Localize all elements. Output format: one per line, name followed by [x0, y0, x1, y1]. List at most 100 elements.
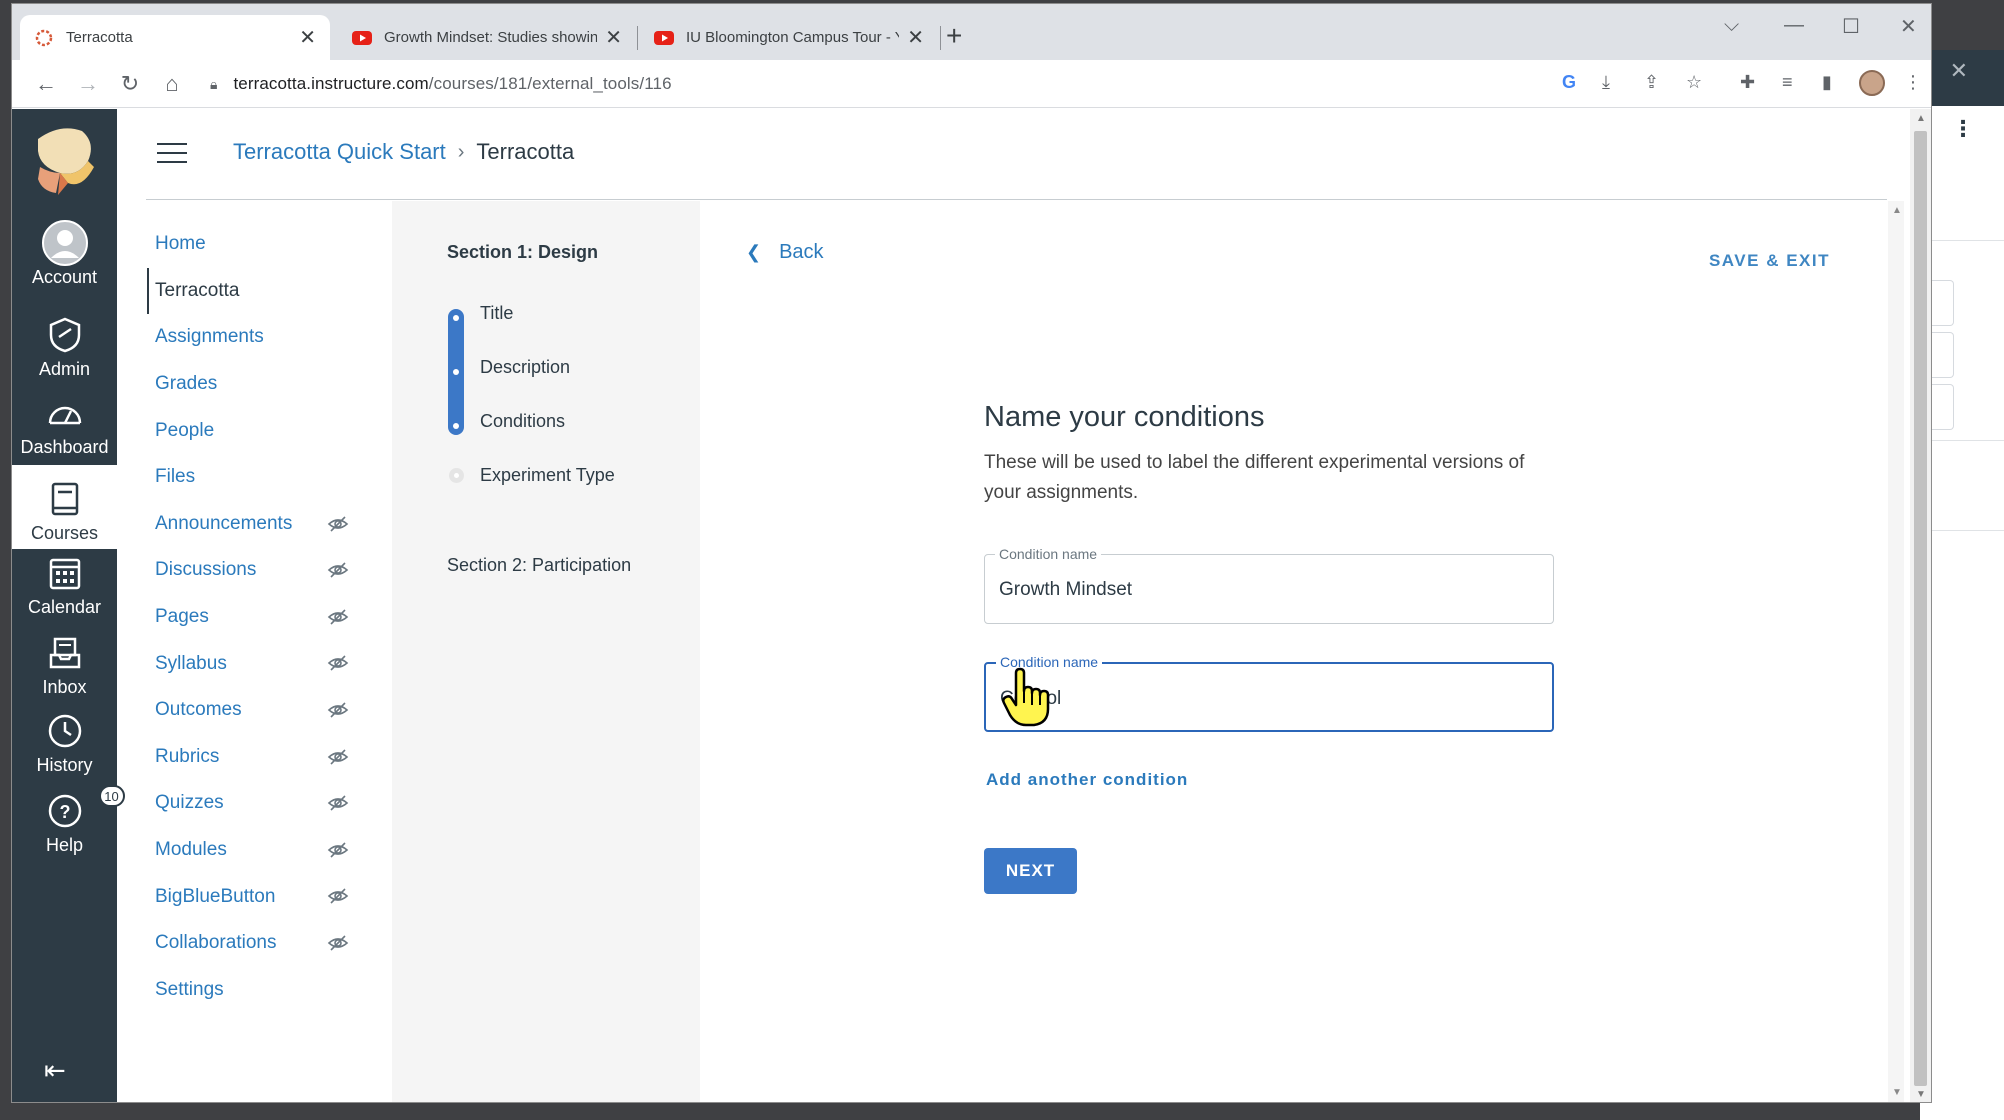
- maximize-icon[interactable]: ☐: [1842, 14, 1860, 39]
- install-icon[interactable]: ⤓: [1602, 72, 1610, 93]
- global-nav-label: Courses: [30, 523, 99, 543]
- hand-cursor-icon: [1002, 667, 1050, 727]
- course-nav-discussions[interactable]: Discussions: [147, 547, 397, 594]
- content-scrollbar[interactable]: ▲ ▼: [1888, 201, 1904, 1102]
- home-icon[interactable]: ⌂: [156, 68, 188, 100]
- add-condition-button[interactable]: Add another condition: [984, 770, 1554, 790]
- hidden-eye-icon: [327, 652, 349, 674]
- browser-menu-icon[interactable]: ⋮: [1904, 72, 1922, 93]
- back-label: Back: [779, 241, 824, 263]
- minimize-icon[interactable]: —: [1784, 14, 1804, 37]
- course-nav-files[interactable]: Files: [147, 454, 397, 501]
- condition-name-input[interactable]: [1000, 688, 1540, 710]
- google-icon[interactable]: G: [1562, 72, 1576, 93]
- course-nav-settings[interactable]: Settings: [147, 967, 397, 1014]
- course-nav-people[interactable]: People: [147, 407, 397, 454]
- course-nav-assignments[interactable]: Assignments: [147, 314, 397, 361]
- step-conditions[interactable]: Conditions: [480, 411, 565, 432]
- reading-list-icon[interactable]: ≡: [1782, 72, 1793, 93]
- hidden-eye-icon: [327, 559, 349, 581]
- course-nav-collaborations[interactable]: Collaborations: [147, 920, 397, 967]
- breadcrumb-course-link[interactable]: Terracotta Quick Start: [233, 139, 446, 165]
- history-icon: [41, 709, 89, 753]
- extensions-icon[interactable]: ✚: [1740, 72, 1755, 93]
- global-nav-account[interactable]: Account: [12, 220, 117, 301]
- step-title[interactable]: Title: [480, 303, 513, 324]
- reload-icon[interactable]: ↻: [114, 68, 146, 100]
- scroll-up-arrow-icon[interactable]: ▲: [1892, 205, 1902, 216]
- breadcrumb: Terracotta Quick Start › Terracotta: [233, 139, 574, 165]
- course-nav-terracotta[interactable]: Terracotta: [147, 267, 397, 315]
- section-participation-heading[interactable]: Section 2: Participation: [447, 555, 631, 576]
- tab-search-icon[interactable]: ⌵: [1724, 14, 1739, 37]
- close-icon[interactable]: ✕: [1950, 58, 1968, 84]
- course-nav-pages[interactable]: Pages: [147, 594, 397, 641]
- terracotta-logo[interactable]: [30, 121, 100, 199]
- course-nav-quizzes[interactable]: Quizzes: [147, 780, 397, 827]
- course-nav-bigbluebutton[interactable]: BigBlueButton: [147, 873, 397, 920]
- global-nav-admin[interactable]: Admin: [12, 313, 117, 393]
- forward-arrow-icon[interactable]: →: [72, 68, 104, 100]
- tab-bar: Terracotta ✕ Growth Mindset: Studies sho…: [12, 4, 1931, 60]
- hamburger-menu-icon[interactable]: [157, 143, 187, 163]
- close-icon[interactable]: ✕: [605, 25, 622, 50]
- course-nav-rubrics[interactable]: Rubrics: [147, 734, 397, 781]
- tab-title: IU Bloomington Campus Tour - Y: [686, 29, 900, 46]
- back-arrow-icon[interactable]: ←: [30, 68, 62, 100]
- course-nav-label: BigBlueButton: [155, 885, 276, 907]
- conditions-form: Name your conditions These will be used …: [984, 401, 1554, 894]
- page-title: Name your conditions: [984, 401, 1265, 433]
- page-scrollbar[interactable]: ▲ ▼: [1910, 109, 1931, 1102]
- tab-growth-mindset[interactable]: Growth Mindset: Studies showing ✕: [338, 15, 636, 60]
- tab-separator: [637, 26, 638, 50]
- condition-name-field-2[interactable]: Condition name: [984, 654, 1554, 732]
- course-nav-label: Syllabus: [155, 652, 227, 674]
- divider: [1920, 530, 2004, 531]
- profile-avatar[interactable]: [1859, 70, 1885, 96]
- new-tab-button[interactable]: +: [946, 22, 962, 50]
- course-nav-announcements[interactable]: Announcements: [147, 501, 397, 548]
- breadcrumb-separator: ›: [457, 140, 465, 163]
- tab-iu-bloomington[interactable]: IU Bloomington Campus Tour - Y ✕: [640, 15, 938, 60]
- hidden-eye-icon: [327, 792, 349, 814]
- global-nav-help[interactable]: ? 10 Help: [12, 785, 125, 869]
- condition-name-field-1[interactable]: Condition name: [984, 546, 1554, 624]
- step-description[interactable]: Description: [480, 357, 570, 378]
- url-text: terracotta.instructure.com/courses/181/e…: [233, 74, 672, 93]
- global-nav-dashboard[interactable]: Dashboard: [12, 391, 117, 471]
- close-icon[interactable]: ✕: [907, 25, 924, 50]
- course-nav-syllabus[interactable]: Syllabus: [147, 640, 397, 687]
- step-experiment-type[interactable]: Experiment Type: [480, 465, 615, 486]
- course-nav-grades[interactable]: Grades: [147, 361, 397, 408]
- global-nav-history[interactable]: History: [12, 709, 117, 789]
- scroll-up-arrow-icon[interactable]: ▲: [1916, 113, 1926, 124]
- address-bar[interactable]: 🔒︎ terracotta.instructure.com/courses/18…: [190, 66, 1570, 102]
- course-nav-label: Outcomes: [155, 699, 242, 721]
- condition-name-input[interactable]: [999, 579, 1539, 601]
- course-nav-label: Quizzes: [155, 792, 224, 814]
- share-icon[interactable]: ⇪: [1644, 72, 1659, 93]
- collapse-nav-icon[interactable]: ⇤: [44, 1055, 66, 1086]
- save-exit-button[interactable]: SAVE & EXIT: [1709, 251, 1830, 271]
- global-nav-calendar[interactable]: Calendar: [12, 551, 117, 631]
- bookmark-star-icon[interactable]: ☆: [1686, 72, 1702, 93]
- close-icon[interactable]: ✕: [299, 25, 316, 50]
- close-window-icon[interactable]: ✕: [1900, 14, 1917, 39]
- global-nav-courses[interactable]: Courses: [12, 465, 117, 549]
- global-nav-label: Dashboard: [20, 437, 109, 457]
- global-nav-inbox[interactable]: Inbox: [12, 631, 117, 711]
- back-link[interactable]: ❮ Back: [746, 241, 824, 264]
- next-button[interactable]: NEXT: [984, 848, 1077, 894]
- scroll-down-arrow-icon[interactable]: ▼: [1916, 1089, 1926, 1100]
- scroll-down-arrow-icon[interactable]: ▼: [1892, 1087, 1902, 1098]
- kebab-menu-icon[interactable]: ⋮: [1952, 116, 1974, 142]
- tab-terracotta[interactable]: Terracotta ✕: [20, 15, 330, 60]
- course-nav-home[interactable]: Home: [147, 221, 397, 268]
- course-nav-modules[interactable]: Modules: [147, 827, 397, 874]
- course-nav-outcomes[interactable]: Outcomes: [147, 687, 397, 734]
- step-dot-description: [453, 369, 459, 375]
- hidden-eye-icon: [327, 839, 349, 861]
- side-panel-icon[interactable]: ▮: [1822, 72, 1832, 93]
- field-label: Condition name: [995, 546, 1102, 562]
- scrollbar-thumb[interactable]: [1914, 131, 1927, 1086]
